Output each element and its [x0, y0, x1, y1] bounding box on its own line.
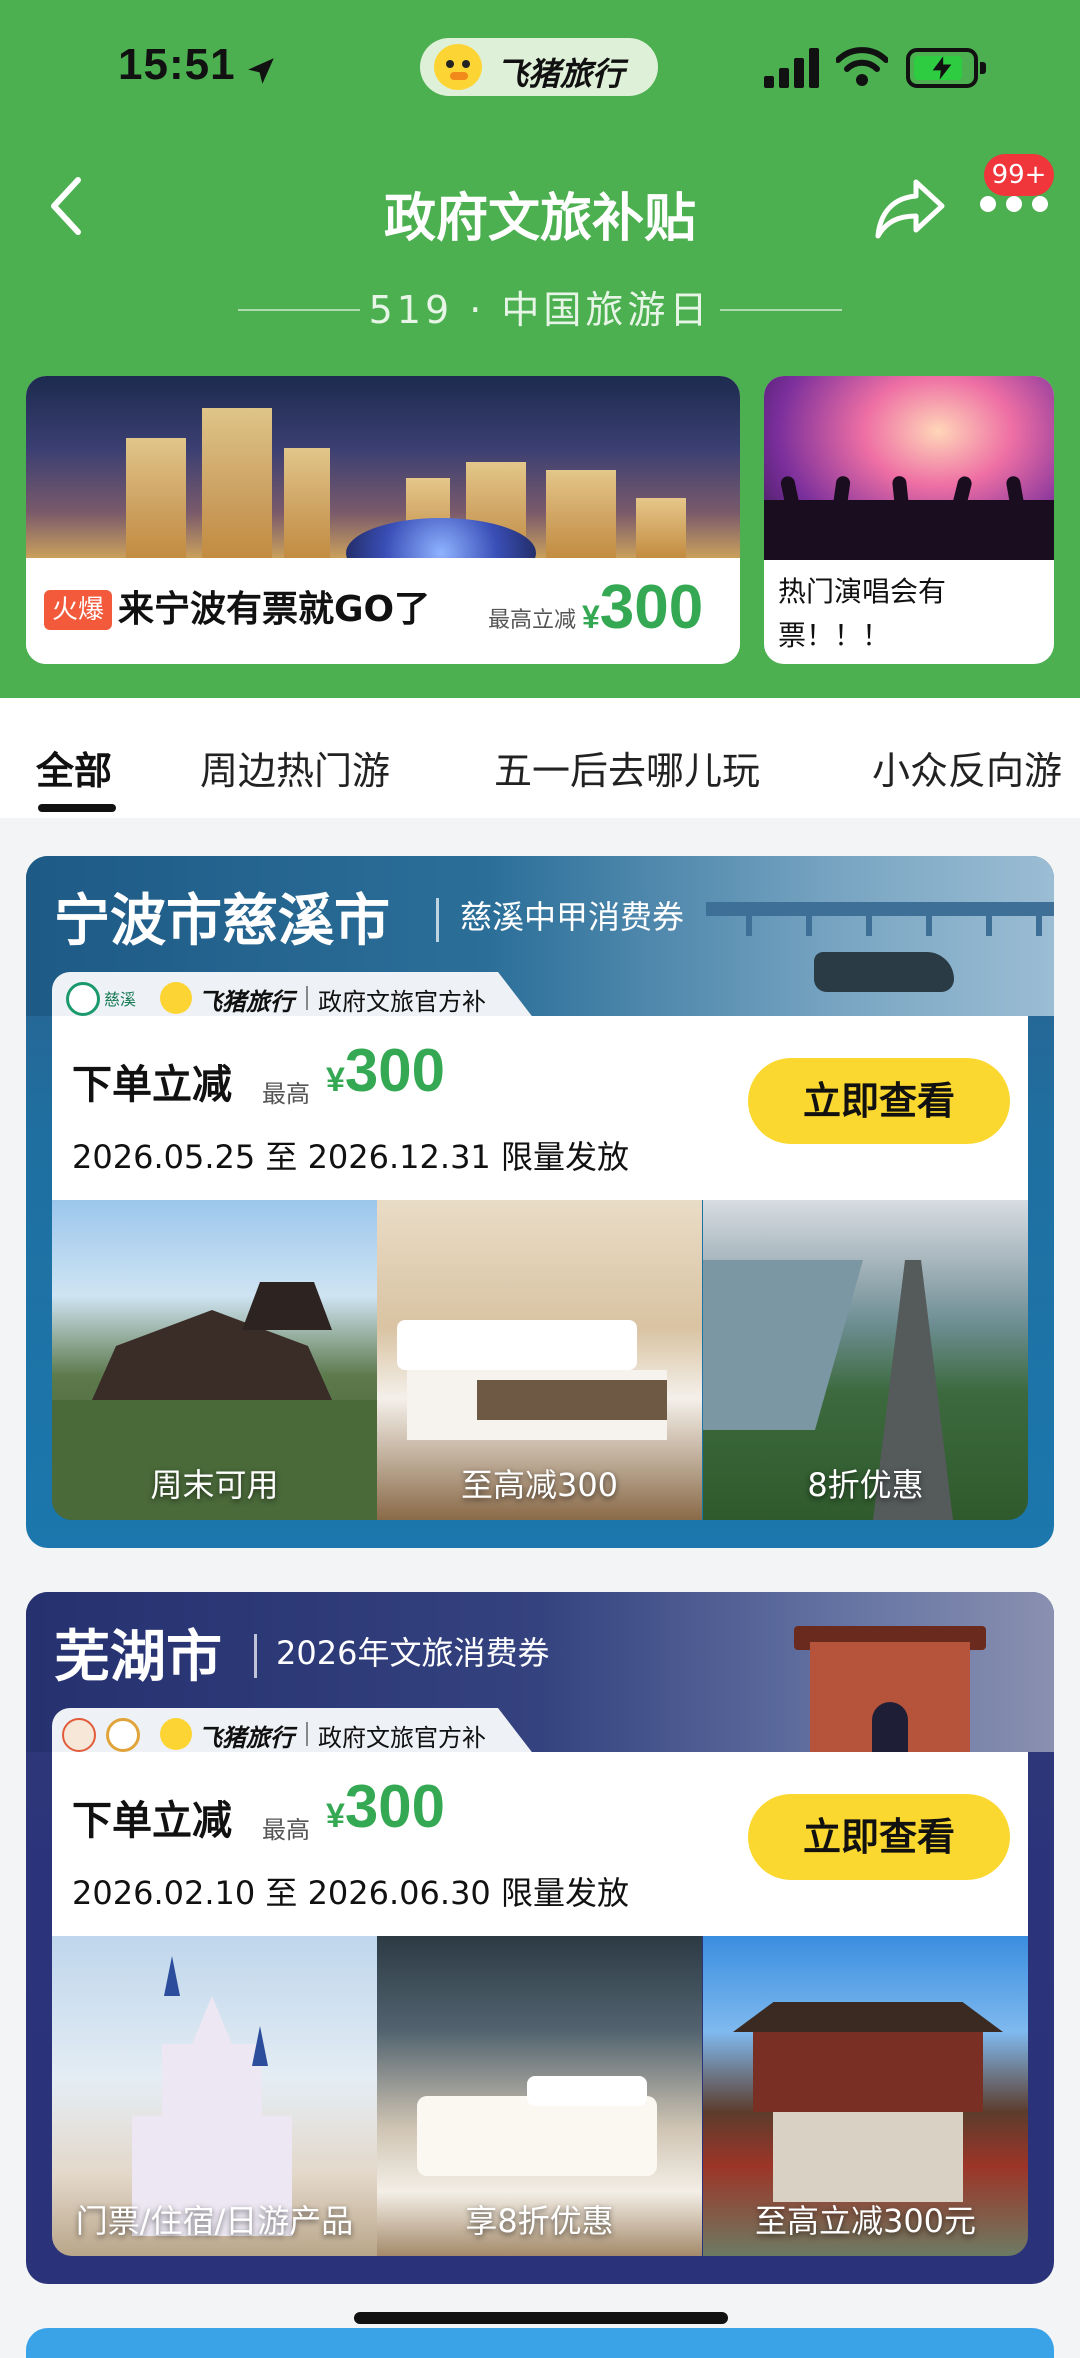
fliggy-brand-text: 飞猪旅行 — [198, 1724, 294, 1752]
coupon-dates: 2026.05.25 至 2026.12.31 限量发放 — [72, 1138, 629, 1176]
banner-headline: 来宁波有票就GO了 — [118, 589, 431, 630]
status-time: 15:51 — [118, 40, 236, 89]
tab-niche-trips[interactable]: 小众反向游 — [872, 740, 1062, 795]
concert-banner-text: 热门演唱会有票！！！ — [778, 575, 947, 652]
photo-caption: 至高减300 — [460, 1466, 619, 1504]
fliggy-pig-icon — [160, 982, 192, 1014]
coupon-body: 下单立减 最高 ¥300 2026.02.10 至 2026.06.30 限量发… — [52, 1752, 1028, 1936]
photo-lake-road[interactable]: 8折优惠 — [703, 1200, 1028, 1520]
coupon-card-wuhu[interactable]: 芜湖市 2026年文旅消费券 飞猪旅行 政府文旅官方补贴 下单立减 最高 ¥30… — [26, 1592, 1054, 2284]
photo-hotel-room[interactable]: 至高减300 — [377, 1200, 702, 1520]
share-icon[interactable] — [870, 172, 950, 242]
coupon-max-label: 最高 — [262, 1816, 310, 1844]
coupon-title: 下单立减 — [72, 1062, 232, 1108]
home-indicator[interactable] — [354, 2312, 728, 2324]
view-now-button[interactable]: 立即查看 — [748, 1794, 1010, 1880]
hot-tag: 火爆 — [44, 590, 113, 630]
ningbo-banner[interactable]: 火爆 来宁波有票就GO了 最高立减 ¥300 — [26, 376, 740, 664]
tab-nearby-hot[interactable]: 周边热门游 — [200, 740, 390, 795]
wifi-icon — [836, 47, 888, 86]
photo-caption: 门票/住宿/日游产品 — [75, 2202, 354, 2240]
card-coupon-name: 慈溪中甲消费券 — [460, 898, 685, 936]
photo-castle[interactable]: 门票/住宿/日游产品 — [52, 1936, 377, 2256]
card-city-name: 宁波市慈溪市 — [54, 889, 390, 954]
photo-row: 周末可用 至高减300 8折优惠 — [52, 1200, 1028, 1520]
card-city-name: 芜湖市 — [54, 1625, 222, 1690]
subtitle-text: 519 · 中国旅游日 — [368, 288, 712, 332]
app-pill-label: 飞猪旅行 — [496, 55, 625, 93]
coupon-body: 下单立减 最高 ¥300 2026.05.25 至 2026.12.31 限量发… — [52, 1016, 1028, 1200]
next-coupon-card-peek[interactable] — [26, 2328, 1054, 2358]
concert-crowd-image — [764, 376, 1054, 560]
photo-caption: 周末可用 — [150, 1466, 279, 1504]
banner-info: 火爆 来宁波有票就GO了 最高立减 ¥300 — [26, 558, 740, 664]
app-pill[interactable]: 飞猪旅行 — [420, 38, 658, 96]
header-area: 15:51 飞猪旅行 政府文旅补贴 99+ 519 · 中国旅游日 火爆 来宁波… — [0, 0, 1080, 698]
cellular-signal-icon — [764, 48, 820, 88]
photo-ancient-town-gate[interactable]: 至高立减300元 — [703, 1936, 1028, 2256]
coupon-price: ¥300 — [326, 1773, 446, 1840]
photo-hotel-bed[interactable]: 享8折优惠 — [377, 1936, 702, 2256]
tab-after-mayday[interactable]: 五一后去哪儿玩 — [494, 740, 760, 795]
coupon-card-cixi[interactable]: 宁波市慈溪市 慈溪中甲消费券 慈溪 飞猪旅行 政府文旅官方补贴 下单立减 最高 … — [26, 856, 1054, 1548]
coupon-price: ¥300 — [326, 1037, 446, 1104]
fliggy-brand-text: 飞猪旅行 — [198, 988, 294, 1016]
battery-icon — [906, 48, 986, 88]
active-tab-indicator — [38, 804, 116, 812]
photo-temple[interactable]: 周末可用 — [52, 1200, 377, 1520]
fliggy-pig-icon — [160, 1718, 192, 1750]
status-bar: 15:51 飞猪旅行 — [0, 0, 1080, 140]
more-menu-icon[interactable] — [980, 196, 1050, 220]
photo-row: 门票/住宿/日游产品 享8折优惠 至高立减300元 — [52, 1936, 1028, 2256]
card-coupon-name: 2026年文旅消费券 — [276, 1634, 550, 1672]
fliggy-pig-icon — [434, 44, 482, 90]
cixi-logo-text: 慈溪 — [104, 990, 137, 1009]
concert-banner[interactable]: 热门演唱会有票！！！ — [764, 376, 1054, 664]
coupon-dates: 2026.02.10 至 2026.06.30 限量发放 — [72, 1874, 629, 1912]
photo-caption: 8折优惠 — [807, 1466, 924, 1504]
notification-badge: 99+ — [984, 154, 1054, 196]
photo-caption: 至高立减300元 — [754, 2202, 977, 2240]
coupon-max-label: 最高 — [262, 1080, 310, 1108]
wuhu-tourism-logo-icon — [106, 1718, 140, 1752]
location-arrow-icon — [248, 58, 274, 84]
category-tabs: 全部 周边热门游 五一后去哪儿玩 小众反向游 — [0, 698, 1080, 818]
ningbo-night-image — [26, 376, 740, 558]
banner-price: ¥300 — [582, 573, 704, 642]
view-now-button[interactable]: 立即查看 — [748, 1058, 1010, 1144]
photo-caption: 享8折优惠 — [465, 2202, 614, 2240]
subtitle-row: 519 · 中国旅游日 — [0, 280, 1080, 340]
cixi-logo-icon — [66, 982, 100, 1016]
coupon-title: 下单立减 — [72, 1798, 232, 1844]
banner-max-label: 最高立减 — [488, 608, 577, 633]
wuhu-mascot-logo-icon — [62, 1718, 96, 1752]
tab-all[interactable]: 全部 — [36, 740, 112, 795]
